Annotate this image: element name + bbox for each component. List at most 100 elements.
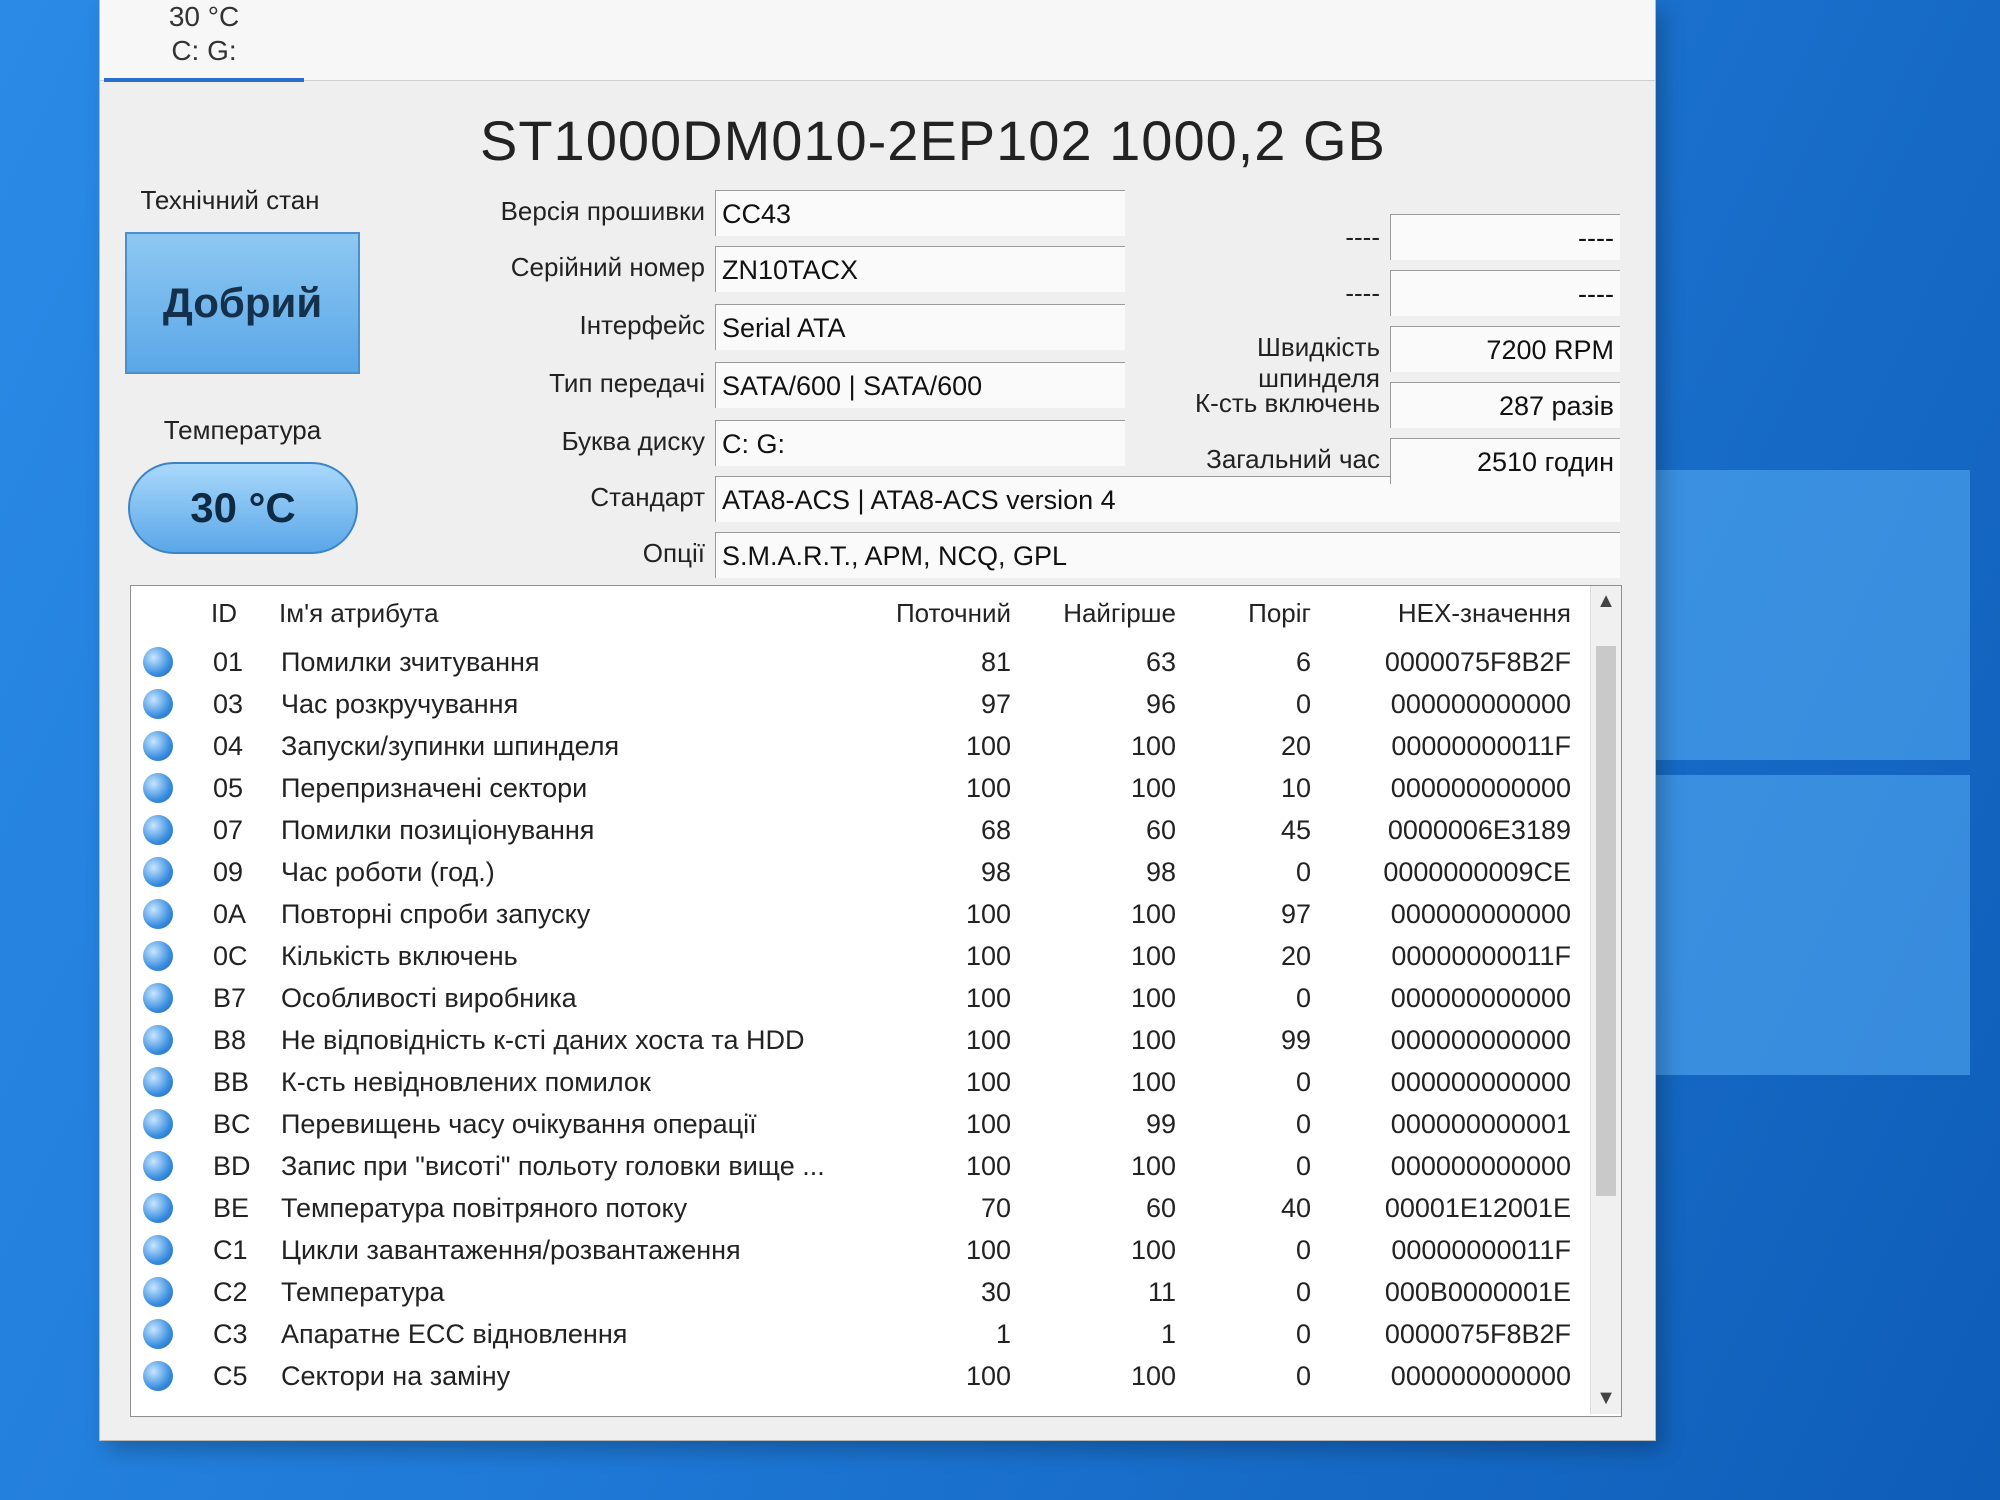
header-threshold[interactable]: Поріг (1201, 598, 1311, 629)
drive-tab[interactable]: 30 °C C: G: (104, 0, 304, 82)
table-row[interactable]: C1 Цикли завантаження/розвантаження 100 100… (131, 1229, 1601, 1270)
cell-raw: 0000000009CE (1383, 857, 1571, 887)
rpm-label: Швидкість шпинделя (1257, 332, 1380, 393)
cell-name: Повторні спроби запуску (281, 899, 591, 929)
table-row[interactable]: C3 Апаратне ECC відновлення 1 1 0 0000075F8B2… (131, 1313, 1601, 1354)
cell-worst: 100 (1130, 1235, 1176, 1265)
header-name[interactable]: Ім'я атрибута (279, 598, 439, 629)
interface-label: Інтерфейс (579, 310, 706, 340)
header-current[interactable]: Поточний (851, 598, 1011, 629)
header-worst[interactable]: Найгірше (1011, 598, 1176, 629)
table-row[interactable]: BD Запис при "висоті" польоту головки вищ… (131, 1145, 1601, 1186)
status-dot-icon (143, 1277, 173, 1307)
status-dot-icon (143, 1361, 173, 1391)
windows-logo-pane (1650, 775, 1970, 1075)
status-dot-icon (143, 899, 173, 929)
transfer-label: Тип передачі (549, 368, 705, 398)
cell-id: C5 (213, 1361, 248, 1391)
cell-current: 100 (965, 983, 1011, 1013)
windows-logo-pane (1650, 470, 1970, 760)
transfer-field: SATA/600 | SATA/600 (715, 362, 1125, 408)
cell-id: 01 (213, 647, 244, 677)
table-row[interactable]: 0C Кількість включень 100 100 20 00000000011F (131, 935, 1601, 976)
cell-raw: 000000000000 (1390, 899, 1571, 929)
cell-worst: 100 (1130, 983, 1176, 1013)
cell-id: 0A (213, 899, 247, 929)
cell-current: 100 (965, 1025, 1011, 1055)
cell-raw: 000000000000 (1390, 1067, 1571, 1097)
table-row[interactable]: 04 Запуски/зупинки шпинделя 100 100 20 000000… (131, 725, 1601, 766)
cell-worst: 100 (1130, 1025, 1176, 1055)
table-row[interactable]: 07 Помилки позиціонування 68 60 45 0000006E31… (131, 809, 1601, 850)
table-row[interactable]: 0A Повторні спроби запуску 100 100 97 0000000… (131, 893, 1601, 934)
cell-worst: 100 (1130, 1067, 1176, 1097)
power-count-label: К-сть включень (1195, 388, 1380, 418)
cell-threshold: 0 (1295, 983, 1311, 1013)
table-row[interactable]: B8 Не відповідність к-сті даних хоста та … (131, 1019, 1601, 1060)
table-row[interactable]: 01 Помилки зчитування 81 63 6 0000075F8B2F (131, 641, 1601, 682)
table-row[interactable]: 03 Час розкручування 97 96 0 000000000000 (131, 683, 1601, 724)
blank1-field: ---- (1390, 214, 1620, 260)
firmware-label: Версія прошивки (500, 196, 705, 226)
standard-label: Стандарт (590, 482, 705, 512)
blank2-label: ---- (1345, 278, 1380, 308)
cell-worst: 100 (1130, 1361, 1176, 1391)
cell-worst: 60 (1145, 815, 1176, 845)
temperature-value[interactable]: 30 °C (128, 462, 358, 554)
chevron-down-icon[interactable]: ▼ (1591, 1387, 1621, 1410)
header-id[interactable]: ID (211, 598, 237, 629)
cell-threshold: 0 (1295, 1151, 1311, 1181)
cell-current: 100 (965, 899, 1011, 929)
cell-name: К-сть невідновлених помилок (281, 1067, 651, 1097)
drive-letter-field: C: G: (715, 420, 1125, 466)
cell-raw: 000000000000 (1390, 1361, 1571, 1391)
health-status-button[interactable]: Добрий (125, 232, 360, 374)
cell-threshold: 0 (1295, 1109, 1311, 1139)
cell-id: C3 (213, 1319, 248, 1349)
cell-current: 100 (965, 941, 1011, 971)
cell-worst: 100 (1130, 773, 1176, 803)
cell-threshold: 0 (1295, 1319, 1311, 1349)
table-row[interactable]: BC Перевищень часу очікування операції 100… (131, 1103, 1601, 1144)
table-scrollbar[interactable]: ▲ ▼ (1590, 586, 1621, 1414)
status-dot-icon (143, 1025, 173, 1055)
cell-name: Температура (281, 1277, 445, 1307)
table-row[interactable]: 05 Перепризначені сектори 100 100 10 00000000… (131, 767, 1601, 808)
table-row[interactable]: 09 Час роботи (год.) 98 98 0 0000000009CE (131, 851, 1601, 892)
cell-current: 81 (980, 647, 1011, 677)
cell-current: 100 (965, 1067, 1011, 1097)
drive-tab-letters: C: G: (171, 35, 237, 66)
cell-worst: 96 (1145, 689, 1176, 719)
cell-current: 100 (965, 1151, 1011, 1181)
table-row[interactable]: B7 Особливості виробника 100 100 0 0000000000… (131, 977, 1601, 1018)
cell-name: Помилки позиціонування (281, 815, 595, 845)
table-row[interactable]: C5 Сектори на заміну 100 100 0 000000000000 (131, 1355, 1601, 1396)
table-row[interactable]: C2 Температура 30 11 0 000B0000001E (131, 1271, 1601, 1312)
options-label: Опції (642, 538, 705, 568)
cell-threshold: 0 (1295, 1067, 1311, 1097)
serial-field: ZN10TACX (715, 246, 1125, 292)
rpm-field: 7200 RPM (1390, 326, 1620, 372)
cell-raw: 0000075F8B2F (1384, 1319, 1571, 1349)
drive-letter-label: Буква диску (561, 426, 705, 456)
cell-id: BE (213, 1193, 250, 1223)
blank1-label: ---- (1345, 222, 1380, 252)
cell-current: 100 (965, 773, 1011, 803)
cell-id: 07 (213, 815, 244, 845)
cell-current: 100 (965, 731, 1011, 761)
cell-threshold: 45 (1280, 815, 1311, 845)
cell-current: 1 (995, 1319, 1011, 1349)
scrollbar-thumb[interactable] (1596, 646, 1616, 1196)
chevron-up-icon[interactable]: ▲ (1591, 590, 1621, 613)
cell-raw: 00000000011F (1391, 941, 1571, 971)
smart-attributes-table[interactable]: ID Ім'я атрибута Поточний Найгірше Поріг… (130, 585, 1622, 1417)
cell-id: 03 (213, 689, 244, 719)
table-row[interactable]: BB К-сть невідновлених помилок 100 100 0 0000… (131, 1061, 1601, 1102)
cell-threshold: 97 (1280, 899, 1311, 929)
cell-id: BD (213, 1151, 251, 1181)
table-row[interactable]: BE Температура повітряного потоку 70 60 40 00… (131, 1187, 1601, 1228)
cell-worst: 60 (1145, 1193, 1176, 1223)
cell-raw: 0000006E3189 (1387, 815, 1571, 845)
cell-raw: 00000000011F (1391, 731, 1571, 761)
header-raw[interactable]: HEX-значення (1331, 598, 1571, 629)
